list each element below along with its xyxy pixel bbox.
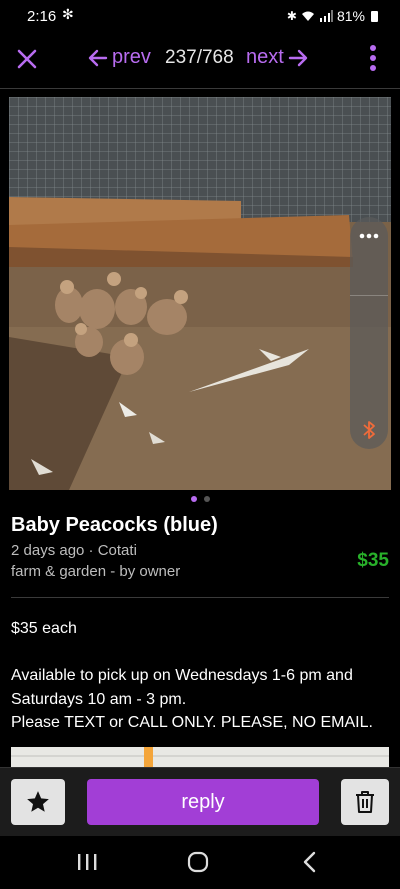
divider <box>0 88 400 89</box>
listing-title: Baby Peacocks (blue) <box>11 514 218 536</box>
more-dots-icon[interactable] <box>358 225 380 247</box>
bluetooth-icon[interactable] <box>361 420 377 440</box>
arrow-right-icon <box>288 49 308 66</box>
category-info: farm & garden - by owner <box>11 563 181 580</box>
posted-info: 2 days ago · Cotati <box>11 542 137 559</box>
close-icon[interactable] <box>14 46 40 72</box>
status-time: 2:16 <box>27 8 57 25</box>
action-bar: reply <box>0 767 400 837</box>
status-bar: 2:16 ✻ ✱ 81% <box>0 0 400 34</box>
listing-photo[interactable] <box>9 97 391 490</box>
favorite-button[interactable] <box>11 779 65 825</box>
more-options-icon[interactable] <box>362 43 384 73</box>
pager-dot[interactable] <box>203 496 210 502</box>
battery-icon <box>371 10 378 22</box>
bluetooth-icon: ✱ <box>286 9 297 23</box>
wifi-icon <box>301 11 314 21</box>
home-icon[interactable] <box>187 851 209 873</box>
listing-price: $35 <box>357 550 389 571</box>
star-icon <box>27 791 49 812</box>
next-label: next <box>246 46 284 68</box>
fan-icon: ✻ <box>62 6 74 22</box>
listing-navigation: prev 237/768 next <box>0 34 400 84</box>
system-navigation-bar <box>0 836 400 889</box>
delete-button[interactable] <box>341 779 389 825</box>
edge-panel-handle[interactable] <box>350 217 388 449</box>
next-button[interactable]: next <box>246 46 308 69</box>
listing-position: 237/768 <box>165 47 234 68</box>
location-map[interactable] <box>11 747 389 767</box>
divider <box>11 597 389 598</box>
battery-level: 81% <box>336 8 365 24</box>
prev-button[interactable]: prev <box>88 46 151 69</box>
divider <box>350 295 388 296</box>
back-icon[interactable] <box>301 851 319 873</box>
arrow-left-icon <box>88 49 108 66</box>
listing-description: $35 each Available to pick up on Wednesd… <box>11 617 391 735</box>
trash-icon <box>356 791 374 813</box>
description-line: Please TEXT or CALL ONLY. PLEASE, NO EMA… <box>11 714 373 731</box>
reply-button[interactable]: reply <box>87 779 319 825</box>
pager-dot-active[interactable] <box>190 496 197 502</box>
status-icons: ✱ 81% <box>287 8 378 24</box>
signal-icon <box>319 10 333 22</box>
prev-label: prev <box>112 46 151 68</box>
description-line: Available to pick up on Wednesdays 1-6 p… <box>11 667 353 708</box>
image-pager <box>0 496 400 502</box>
map-road <box>11 755 389 757</box>
description-line: $35 each <box>11 620 77 637</box>
recents-icon[interactable] <box>76 852 98 872</box>
map-highway <box>144 747 153 767</box>
